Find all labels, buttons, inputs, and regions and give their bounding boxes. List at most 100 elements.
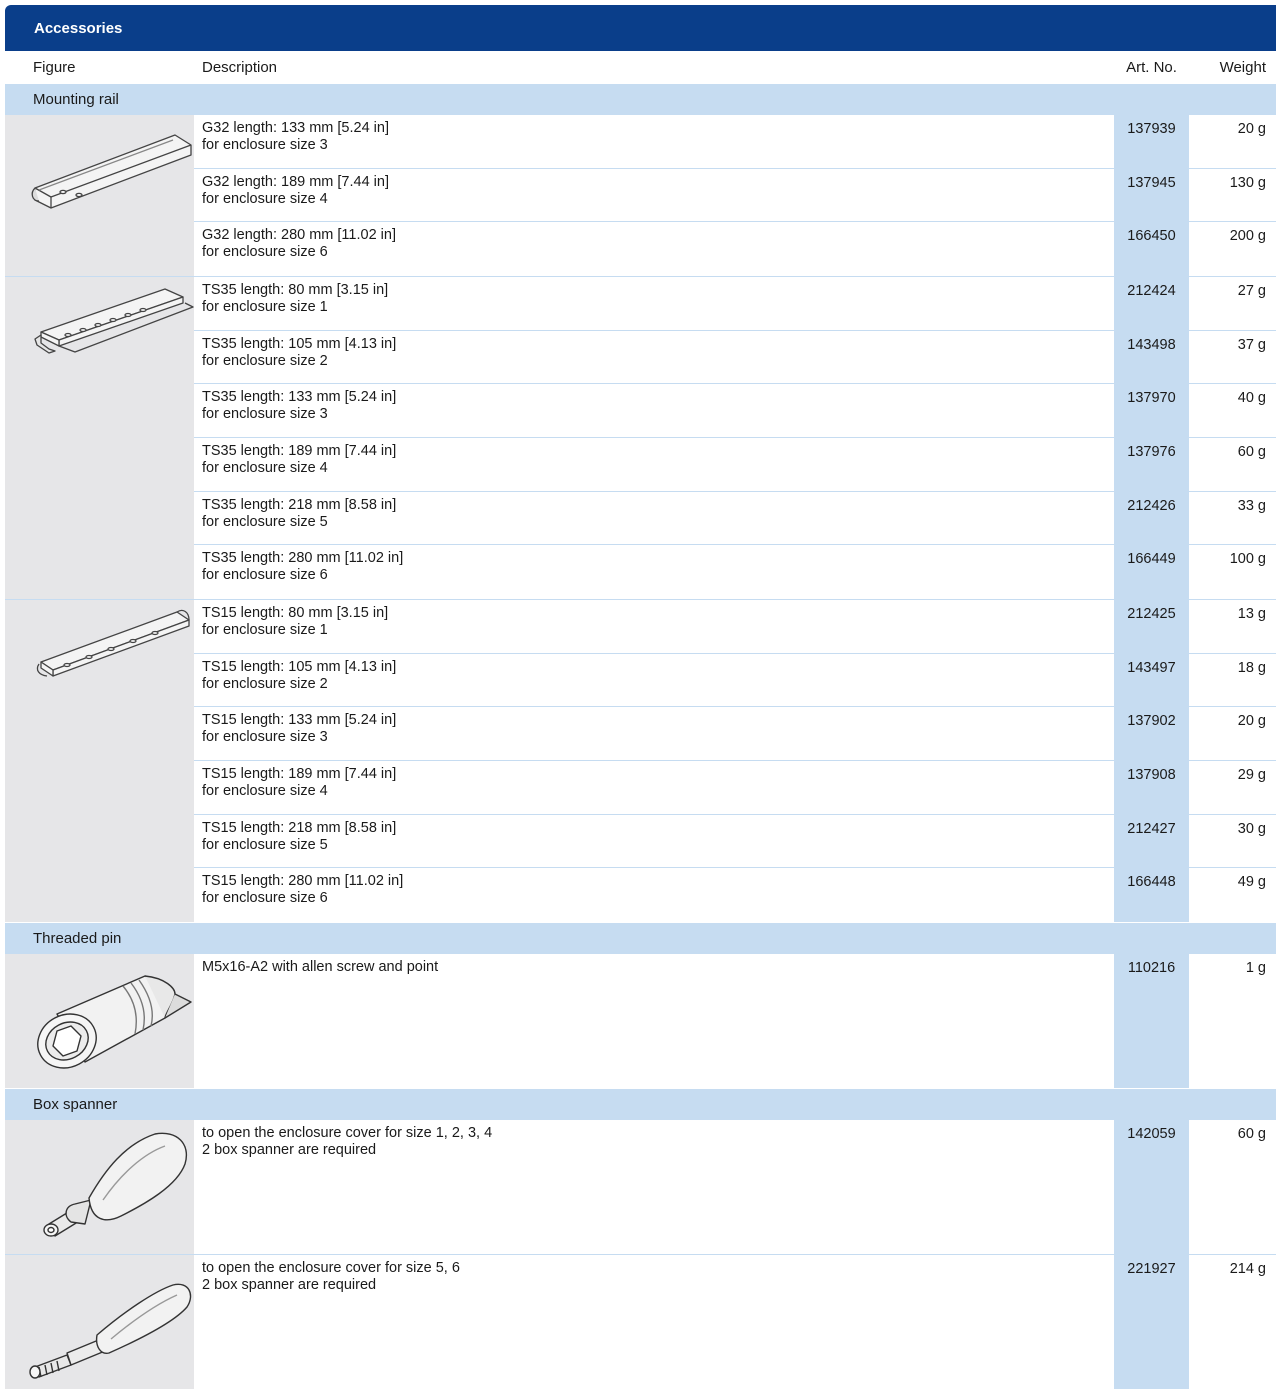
product-rows: G32 length: 133 mm [5.24 in] for enclosur… (194, 115, 1276, 276)
description-line-1: TS35 length: 189 mm [7.44 in] (202, 442, 397, 459)
description-cell: TS15 length: 105 mm [4.13 in] for enclosu… (194, 654, 1114, 707)
table-row: TS15 length: 105 mm [4.13 in] for enclosu… (194, 653, 1276, 708)
description-line-2: for enclosure size 5 (202, 513, 328, 530)
description-line-2: for enclosure size 2 (202, 352, 328, 369)
figure-cell (5, 954, 194, 1088)
section-header-row: Threaded pin (5, 922, 1276, 953)
column-header-row: Figure Description Art. No. Weight (5, 51, 1276, 83)
product-group: to open the enclosure cover for size 5, … (5, 1254, 1276, 1389)
art-no-cell: 166448 (1114, 868, 1189, 922)
description-cell: M5x16-A2 with allen screw and point (194, 954, 1114, 1088)
art-no-cell: 110216 (1114, 954, 1189, 1088)
table-row: TS35 length: 218 mm [8.58 in] for enclosu… (194, 491, 1276, 546)
description-line-2: for enclosure size 2 (202, 675, 328, 692)
section-title: Threaded pin (33, 929, 122, 947)
art-no-cell: 212424 (1114, 277, 1189, 330)
product-group: TS35 length: 80 mm [3.15 in] for enclosur… (5, 276, 1276, 599)
weight-cell: 130 g (1229, 174, 1266, 191)
description-line-1: TS15 length: 280 mm [11.02 in] (202, 873, 404, 890)
section-header-row: Mounting rail (5, 83, 1276, 114)
description-line-1: G32 length: 133 mm [5.24 in] (202, 120, 389, 136)
table-row: G32 length: 280 mm [11.02 in] for enclosu… (194, 222, 1276, 276)
description-line-2: for enclosure size 3 (202, 137, 328, 153)
art-no-cell: 137970 (1114, 384, 1189, 437)
product-group: M5x16-A2 with allen screw and point 11021… (5, 953, 1276, 1088)
description-cell: TS15 length: 189 mm [7.44 in] for enclosu… (194, 761, 1114, 814)
description-line-1: to open the enclosure cover for size 1, … (202, 1125, 493, 1141)
description-line-2: for enclosure size 3 (202, 406, 328, 423)
section-title: Box spanner (33, 1095, 118, 1113)
accessories-table: Accessories Figure Description Art. No. … (5, 5, 1276, 1389)
table-row: TS15 length: 133 mm [5.24 in] for enclosu… (194, 707, 1276, 761)
description-cell: TS35 length: 105 mm [4.13 in] for enclosu… (194, 331, 1114, 384)
product-group: TS15 length: 80 mm [3.15 in] for enclosur… (5, 599, 1276, 922)
description-line-2: for enclosure size 6 (202, 890, 328, 907)
description-line-2: for enclosure size 1 (202, 622, 328, 638)
table-row: TS15 length: 80 mm [3.15 in] for enclosur… (194, 600, 1276, 654)
weight-cell: 100 g (1229, 551, 1266, 568)
description-line-2: for enclosure size 3 (202, 729, 328, 746)
description-cell: G32 length: 133 mm [5.24 in] for enclosur… (194, 115, 1114, 168)
description-line-2: 2 box spanner are required (202, 1142, 377, 1158)
table-body: Mounting rail G32 length: 133 mm [5.24 i… (5, 83, 1276, 1389)
product-rows: M5x16-A2 with allen screw and point 11021… (194, 954, 1276, 1088)
header-figure: Figure (33, 58, 76, 76)
weight-cell: 29 g (1237, 766, 1266, 783)
art-no-cell: 137976 (1114, 437, 1189, 491)
description-line-1: TS15 length: 189 mm [7.44 in] (202, 765, 397, 782)
description-line-1: G32 length: 189 mm [7.44 in] (202, 173, 389, 190)
weight-cell: 49 g (1237, 874, 1266, 891)
weight-cell: 37 g (1237, 336, 1266, 353)
product-rows: to open the enclosure cover for size 5, … (194, 1255, 1276, 1389)
description-cell: TS35 length: 218 mm [8.58 in] for enclosu… (194, 492, 1114, 545)
description-cell: TS35 length: 133 mm [5.24 in] for enclosu… (194, 384, 1114, 437)
art-no-cell: 212426 (1114, 491, 1189, 545)
description-line-1: TS15 length: 133 mm [5.24 in] (202, 712, 397, 729)
table-title: Accessories (34, 19, 123, 37)
figure-cell (5, 600, 194, 922)
description-cell: G32 length: 189 mm [7.44 in] for enclosur… (194, 169, 1114, 222)
description-cell: TS15 length: 280 mm [11.02 in] for enclos… (194, 868, 1114, 922)
figure-cell (5, 1120, 194, 1254)
figure-cell (5, 277, 194, 599)
product-rows: to open the enclosure cover for size 1, … (194, 1120, 1276, 1254)
description-cell: to open the enclosure cover for size 1, … (194, 1120, 1114, 1254)
art-no-cell: 166449 (1114, 545, 1189, 599)
weight-cell: 200 g (1229, 228, 1266, 245)
table-title-bar: Accessories (5, 5, 1276, 51)
description-line-1: M5x16-A2 with allen screw and point (202, 959, 439, 975)
weight-cell: 13 g (1237, 606, 1266, 622)
description-line-1: TS15 length: 80 mm [3.15 in] (202, 605, 389, 621)
table-row: TS35 length: 280 mm [11.02 in] for enclos… (194, 545, 1276, 599)
description-cell: G32 length: 280 mm [11.02 in] for enclosu… (194, 222, 1114, 276)
description-cell: TS35 length: 280 mm [11.02 in] for enclos… (194, 545, 1114, 599)
description-line-2: for enclosure size 4 (202, 190, 328, 207)
table-row: G32 length: 133 mm [5.24 in] for enclosur… (194, 115, 1276, 169)
description-cell: to open the enclosure cover for size 5, … (194, 1255, 1114, 1389)
description-cell: TS35 length: 80 mm [3.15 in] for enclosur… (194, 277, 1114, 330)
description-line-2: for enclosure size 5 (202, 836, 328, 853)
figure-cell (5, 115, 194, 276)
art-no-cell: 212425 (1114, 600, 1189, 653)
header-art-no: Art. No. (1126, 58, 1177, 76)
art-no-cell: 137945 (1114, 168, 1189, 222)
description-line-1: TS35 length: 133 mm [5.24 in] (202, 389, 397, 406)
weight-cell: 20 g (1237, 121, 1266, 137)
description-line-2: for enclosure size 6 (202, 567, 328, 584)
table-row: TS35 length: 105 mm [4.13 in] for enclosu… (194, 330, 1276, 385)
weight-cell: 40 g (1237, 390, 1266, 407)
art-no-cell: 221927 (1114, 1255, 1189, 1389)
description-cell: TS15 length: 80 mm [3.15 in] for enclosur… (194, 600, 1114, 653)
description-line-2: for enclosure size 6 (202, 244, 328, 261)
table-row: TS15 length: 218 mm [8.58 in] for enclosu… (194, 814, 1276, 869)
art-no-cell: 142059 (1114, 1120, 1189, 1254)
art-no-cell: 143498 (1114, 330, 1189, 384)
table-row: to open the enclosure cover for size 5, … (194, 1255, 1276, 1389)
weight-cell: 18 g (1237, 659, 1266, 676)
figure-cell (5, 1255, 194, 1389)
art-no-cell: 143497 (1114, 653, 1189, 707)
product-rows: TS15 length: 80 mm [3.15 in] for enclosur… (194, 600, 1276, 922)
art-no-cell: 212427 (1114, 814, 1189, 868)
table-row: M5x16-A2 with allen screw and point 11021… (194, 954, 1276, 1088)
description-line-1: TS35 length: 218 mm [8.58 in] (202, 496, 397, 513)
